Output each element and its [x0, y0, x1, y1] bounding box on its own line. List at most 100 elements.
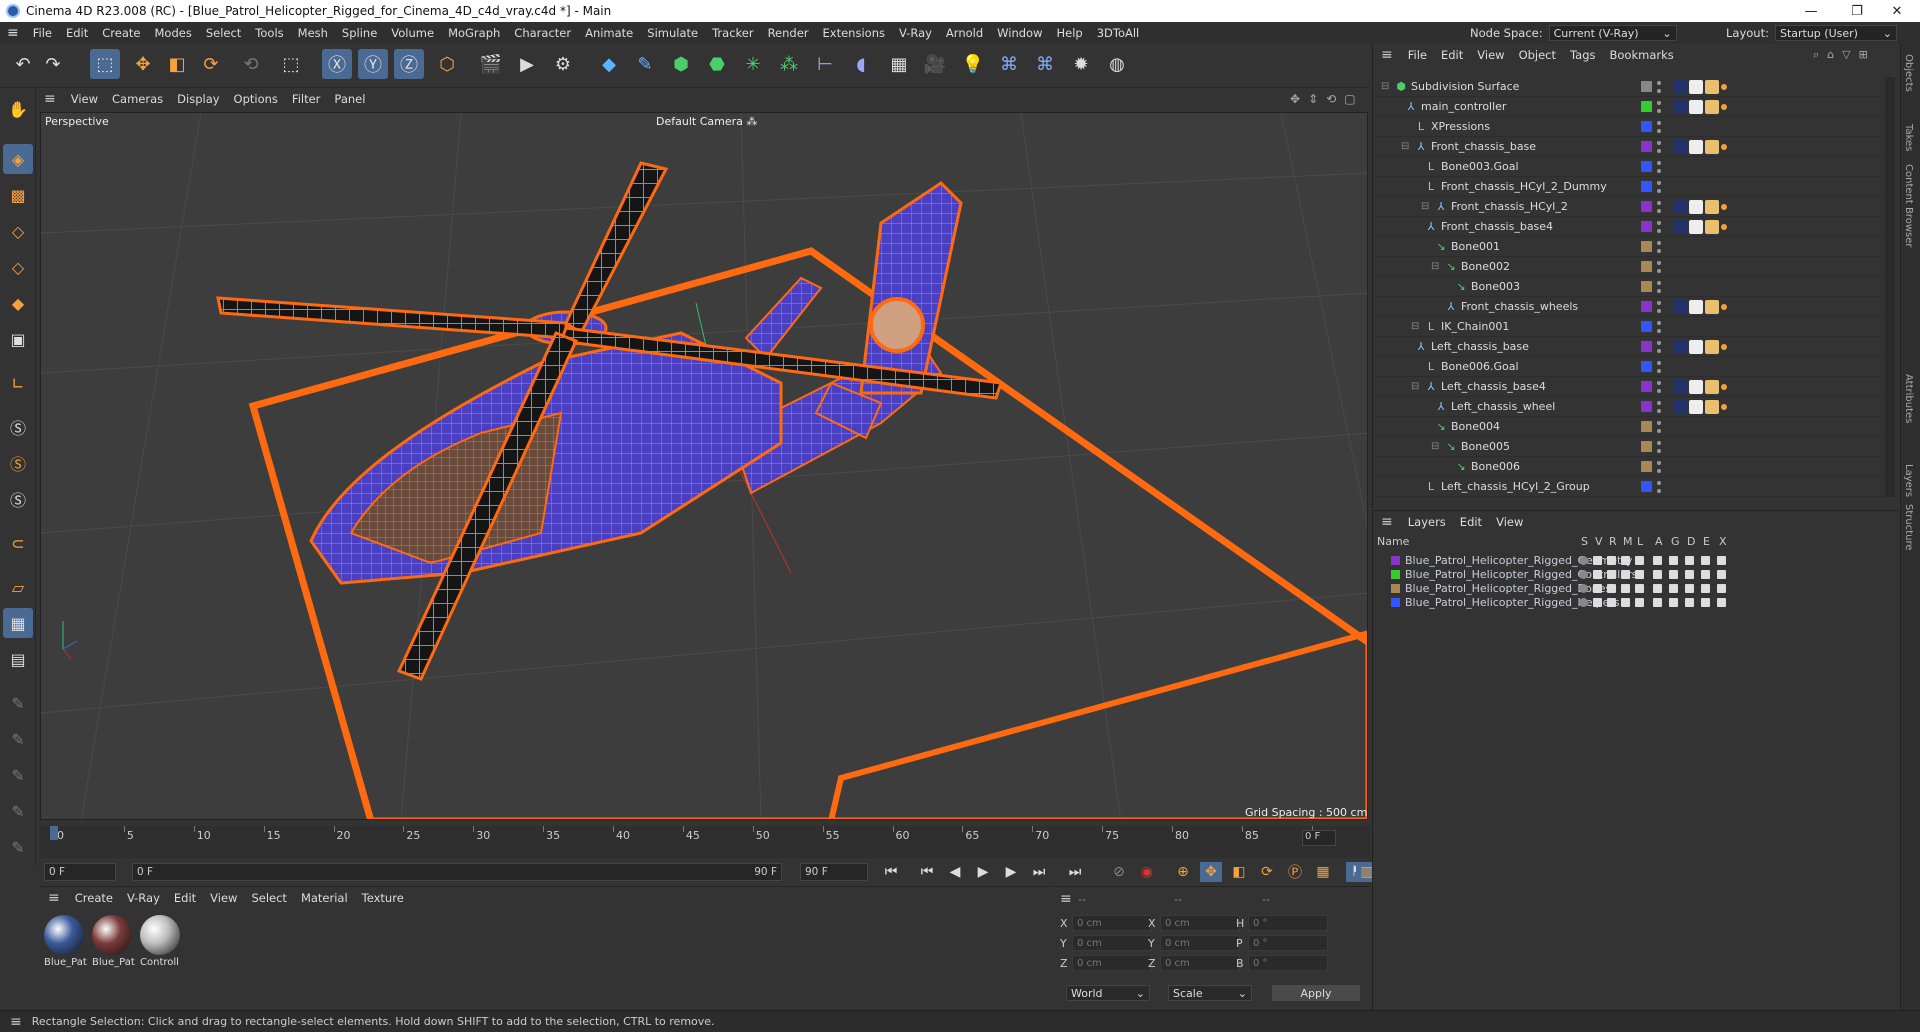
object-row[interactable]: ↘ Bone003 [1373, 277, 1883, 297]
layer-column-d[interactable]: D [1687, 535, 1695, 548]
layer-row[interactable]: Blue_Patrol_Helicopter_Rigged_Controller… [1373, 567, 1900, 581]
light-icon[interactable]: 💡 [958, 49, 988, 79]
layer-color-swatch[interactable] [1641, 141, 1652, 152]
layer-color-swatch[interactable] [1391, 569, 1400, 579]
tag-icon[interactable] [1705, 299, 1719, 314]
key-param-icon[interactable]: Ⓟ [1284, 862, 1306, 882]
object-row[interactable]: ⊟ ⅄ Front_chassis_HCyl_2 [1373, 197, 1883, 217]
layer-manager-icon[interactable] [1621, 597, 1630, 607]
layer-manager-icon[interactable] [1621, 583, 1630, 593]
settings-gear-icon[interactable]: ✹ [1066, 49, 1096, 79]
visibility-dots-icon[interactable] [1657, 380, 1661, 393]
x-axis-icon[interactable]: Ⓧ [322, 49, 352, 79]
render-view-icon[interactable]: 🎬 [476, 49, 506, 79]
material-menu-texture[interactable]: Texture [355, 891, 411, 905]
object-row[interactable]: ⅄ main_controller [1373, 97, 1883, 117]
previous-keyframe-icon[interactable]: ⏮ [916, 862, 938, 882]
coord-value-field[interactable]: 0 cm [1072, 935, 1152, 951]
layer-render-icon[interactable] [1607, 597, 1616, 607]
visibility-dots-icon[interactable] [1657, 260, 1661, 273]
coord-value-field[interactable]: 0 cm [1160, 955, 1240, 971]
layer-color-swatch[interactable] [1641, 161, 1652, 172]
material-menu-select[interactable]: Select [244, 891, 293, 905]
go-to-start-icon[interactable]: ⏮ [880, 862, 902, 882]
snap-enable-icon[interactable]: Ⓢ [3, 448, 33, 478]
material-swatch[interactable]: Blue_Pat [92, 915, 136, 968]
pen-icon[interactable]: ✎ [630, 49, 660, 79]
tag-icon[interactable] [1673, 139, 1687, 154]
layer-xref-icon[interactable] [1717, 597, 1726, 607]
object-row[interactable]: ⊟ L IK_Chain001 [1373, 317, 1883, 337]
viewport-menu-icon[interactable]: ≡ [36, 91, 64, 107]
object-row[interactable]: L Left_chassis_HCyl_2_Group [1373, 477, 1883, 497]
coord-value-field[interactable]: 0 ° [1248, 915, 1328, 931]
object-row[interactable]: L Bone003.Goal [1373, 157, 1883, 177]
viewport[interactable] [40, 112, 1368, 820]
go-to-end-icon[interactable]: ⏭ [1064, 862, 1086, 882]
object-menu-edit[interactable]: Edit [1434, 48, 1470, 62]
zoom-icon[interactable]: ⇕ [1308, 92, 1318, 106]
render-settings-icon[interactable]: ⚙ [548, 49, 578, 79]
object-row[interactable]: ⅄ Front_chassis_wheels [1373, 297, 1883, 317]
z-axis-icon[interactable]: Ⓩ [394, 49, 424, 79]
field-icon[interactable]: ◖ [846, 49, 876, 79]
side-tab-objects[interactable]: Objects [1903, 54, 1914, 92]
menu-extensions[interactable]: Extensions [816, 26, 892, 40]
object-list[interactable]: ⊟ ⬢ Subdivision Surface ⅄ main_controller L XP… [1373, 77, 1883, 497]
tag-icon[interactable] [1705, 79, 1719, 94]
python-icon[interactable]: ⌘ [994, 49, 1024, 79]
tag-icon[interactable] [1673, 199, 1687, 214]
key-position-icon[interactable]: ✥ [1200, 862, 1222, 882]
visibility-dots-icon[interactable] [1657, 480, 1661, 493]
layer-column-a[interactable]: A [1655, 535, 1663, 548]
layer-xref-icon[interactable] [1717, 569, 1726, 579]
layer-visible-icon[interactable] [1593, 583, 1602, 593]
layer-column-m[interactable]: M [1623, 535, 1633, 548]
uv-mode-icon[interactable]: ▣ [3, 324, 33, 354]
key-rotation-icon[interactable]: ⟳ [1256, 862, 1278, 882]
layer-solo-icon[interactable] [1579, 569, 1588, 579]
visibility-dots-icon[interactable] [1657, 140, 1661, 153]
coordinate-system-icon[interactable]: ⬡ [432, 49, 462, 79]
visibility-dots-icon[interactable] [1657, 200, 1661, 213]
layer-expressions-icon[interactable] [1701, 583, 1710, 593]
visibility-dots-icon[interactable] [1657, 160, 1661, 173]
side-tab-attributes[interactable]: Attributes [1903, 374, 1914, 423]
object-scrollbar[interactable] [1885, 77, 1895, 497]
layer-solo-icon[interactable] [1579, 555, 1588, 565]
maximize-view-icon[interactable]: ▢ [1344, 92, 1355, 106]
tag-icon[interactable] [1705, 139, 1719, 154]
expand-toggle-icon[interactable]: ⊟ [1431, 441, 1441, 452]
object-menu-icon[interactable]: ≡ [1373, 47, 1401, 63]
filter-icon[interactable]: ▽ [1842, 48, 1850, 62]
visibility-dots-icon[interactable] [1657, 420, 1661, 433]
object-row[interactable]: ⅄ Left_chassis_wheel [1373, 397, 1883, 417]
y-axis-icon[interactable]: Ⓨ [358, 49, 388, 79]
layer-row[interactable]: Blue_Patrol_Helicopter_Rigged_Bones [1373, 581, 1900, 595]
layer-menu-layers[interactable]: Layers [1401, 515, 1453, 529]
layer-color-swatch[interactable] [1641, 181, 1652, 192]
new-view-icon[interactable]: ⊞ [1859, 48, 1868, 62]
grid-icon[interactable]: ▦ [3, 608, 33, 638]
coord-value-field[interactable]: 0 cm [1072, 915, 1152, 931]
layer-column-x[interactable]: X [1719, 535, 1727, 548]
visibility-dots-icon[interactable] [1657, 320, 1661, 333]
recent-tool-icon[interactable]: ⟲ [236, 49, 266, 79]
material-menu-icon[interactable]: ≡ [40, 890, 68, 906]
menu-simulate[interactable]: Simulate [640, 26, 705, 40]
home-icon[interactable]: ⌂ [1827, 48, 1834, 62]
search-icon[interactable]: ⌕ [1813, 48, 1819, 62]
subdivision-icon[interactable]: ⬢ [666, 49, 696, 79]
menu-mesh[interactable]: Mesh [291, 26, 335, 40]
tag-icon[interactable] [1705, 339, 1719, 354]
object-row[interactable]: ↘ Bone004 [1373, 417, 1883, 437]
menu-animate[interactable]: Animate [578, 26, 640, 40]
layer-menu-edit[interactable]: Edit [1453, 515, 1489, 529]
menu-arnold[interactable]: Arnold [939, 26, 990, 40]
layer-deformers-icon[interactable] [1685, 583, 1694, 593]
layer-color-swatch[interactable] [1641, 381, 1652, 392]
coord-value-field[interactable]: 0 ° [1248, 935, 1328, 951]
orbit-icon[interactable]: ⟲ [1326, 92, 1336, 106]
material-swatch[interactable]: Blue_Pat [44, 915, 88, 968]
menu-tools[interactable]: Tools [248, 26, 290, 40]
